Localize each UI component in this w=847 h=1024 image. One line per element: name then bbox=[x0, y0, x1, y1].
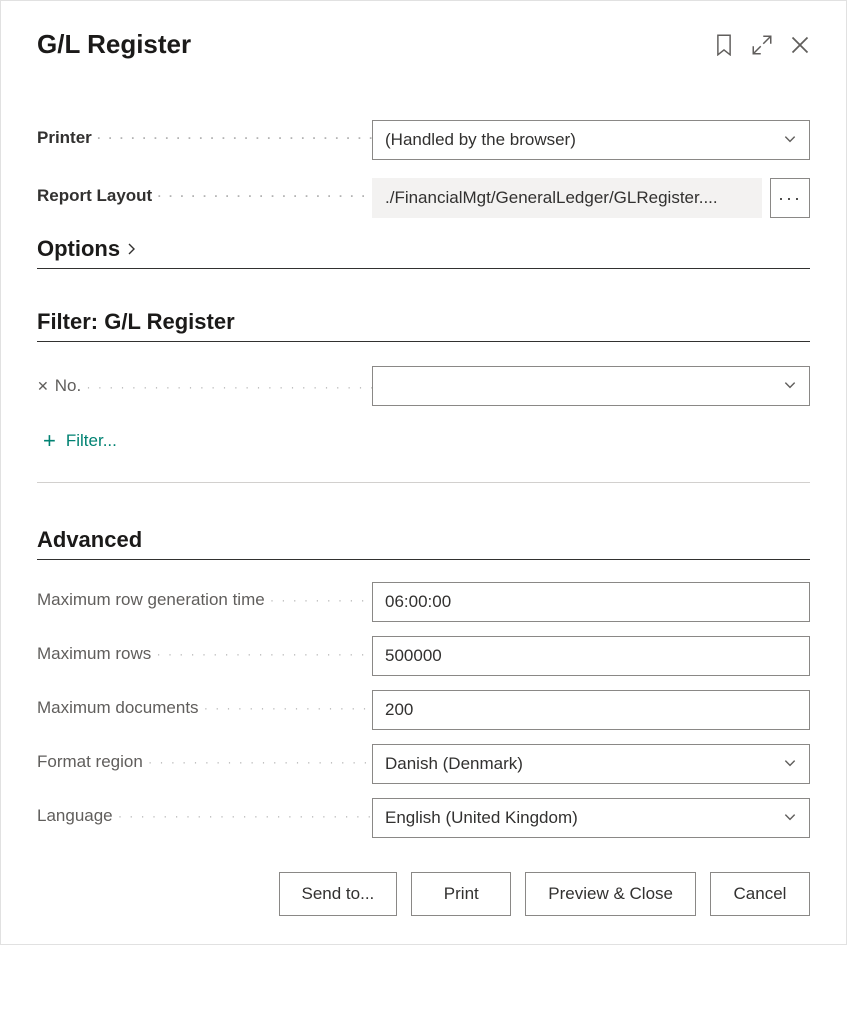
close-icon[interactable] bbox=[790, 35, 810, 55]
language-value: English (United Kingdom) bbox=[385, 808, 578, 828]
language-row: Language English (United Kingdom) bbox=[37, 798, 810, 838]
bookmark-icon[interactable] bbox=[714, 35, 734, 55]
preview-close-button[interactable]: Preview & Close bbox=[525, 872, 696, 916]
filter-section: Filter: G/L Register ✕ No. + Filter... bbox=[37, 309, 810, 483]
language-select[interactable]: English (United Kingdom) bbox=[372, 798, 810, 838]
advanced-heading: Advanced bbox=[37, 527, 810, 560]
chevron-down-icon bbox=[783, 756, 797, 773]
options-heading[interactable]: Options bbox=[37, 236, 810, 269]
dialog-footer: Send to... Print Preview & Close Cancel bbox=[37, 862, 810, 916]
max-rows-label: Maximum rows bbox=[37, 644, 372, 669]
report-layout-row: Report Layout ./FinancialMgt/GeneralLedg… bbox=[37, 178, 810, 218]
format-region-value: Danish (Denmark) bbox=[385, 754, 523, 774]
plus-icon: + bbox=[43, 428, 56, 454]
ellipsis-icon: ··· bbox=[778, 188, 802, 209]
max-time-input[interactable] bbox=[372, 582, 810, 622]
max-docs-input[interactable] bbox=[372, 690, 810, 730]
format-region-label: Format region bbox=[37, 752, 372, 777]
send-to-button[interactable]: Send to... bbox=[279, 872, 398, 916]
chevron-down-icon bbox=[783, 810, 797, 827]
cancel-button[interactable]: Cancel bbox=[710, 872, 810, 916]
dialog-header: G/L Register bbox=[37, 29, 810, 60]
printer-label: Printer bbox=[37, 128, 372, 153]
max-rows-row: Maximum rows bbox=[37, 636, 810, 676]
report-layout-label: Report Layout bbox=[37, 186, 372, 211]
filter-no-label: No. bbox=[55, 376, 81, 395]
expand-icon[interactable] bbox=[752, 35, 772, 55]
printer-select[interactable]: (Handled by the browser) bbox=[372, 120, 810, 160]
chevron-right-icon bbox=[126, 242, 138, 256]
report-layout-lookup-button[interactable]: ··· bbox=[770, 178, 810, 218]
language-label: Language bbox=[37, 806, 372, 831]
add-filter-label: Filter... bbox=[66, 431, 117, 451]
section-divider bbox=[37, 482, 810, 483]
advanced-section: Advanced Maximum row generation time Max… bbox=[37, 527, 810, 838]
chevron-down-icon bbox=[783, 378, 797, 395]
max-docs-label: Maximum documents bbox=[37, 698, 372, 723]
printer-value: (Handled by the browser) bbox=[385, 130, 576, 150]
options-section: Options bbox=[37, 236, 810, 269]
max-time-label: Maximum row generation time bbox=[37, 590, 372, 615]
print-button[interactable]: Print bbox=[411, 872, 511, 916]
printer-row: Printer (Handled by the browser) bbox=[37, 120, 810, 160]
max-time-row: Maximum row generation time bbox=[37, 582, 810, 622]
page-title: G/L Register bbox=[37, 29, 191, 60]
format-region-select[interactable]: Danish (Denmark) bbox=[372, 744, 810, 784]
remove-filter-icon[interactable]: ✕ bbox=[37, 378, 49, 395]
report-layout-value: ./FinancialMgt/GeneralLedger/GLRegister.… bbox=[372, 178, 762, 218]
filter-heading: Filter: G/L Register bbox=[37, 309, 810, 342]
filter-no-input[interactable] bbox=[372, 366, 810, 406]
format-region-row: Format region Danish (Denmark) bbox=[37, 744, 810, 784]
add-filter-button[interactable]: + Filter... bbox=[43, 428, 810, 454]
report-request-dialog: G/L Register Printer (Handled by the bro… bbox=[1, 1, 846, 944]
chevron-down-icon bbox=[783, 132, 797, 149]
filter-no-label-wrap: ✕ No. bbox=[37, 376, 372, 396]
filter-no-row: ✕ No. bbox=[37, 366, 810, 406]
max-rows-input[interactable] bbox=[372, 636, 810, 676]
header-icons bbox=[714, 35, 810, 55]
max-docs-row: Maximum documents bbox=[37, 690, 810, 730]
